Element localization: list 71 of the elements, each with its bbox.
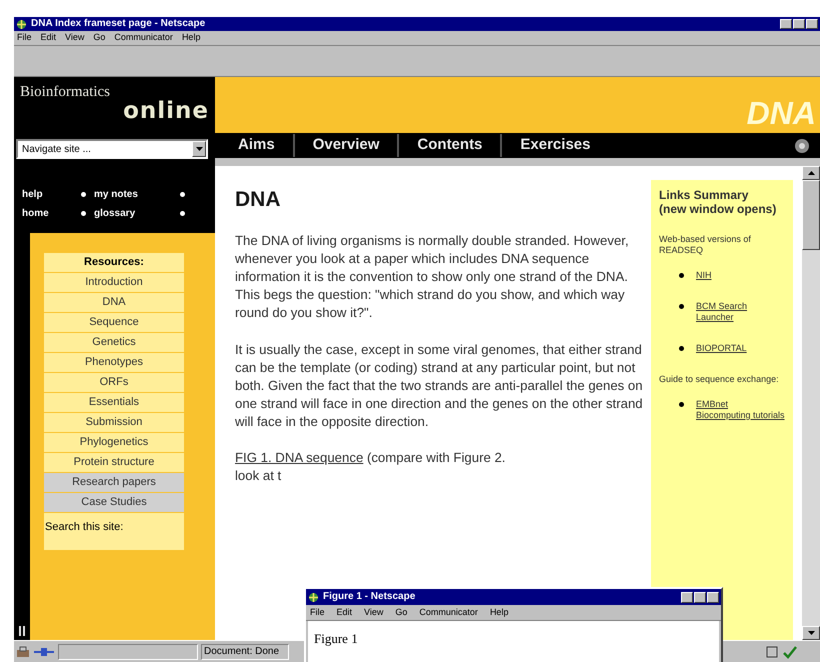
up-arrow-icon xyxy=(808,171,814,175)
bullet-icon xyxy=(80,211,86,216)
bullet-icon xyxy=(679,273,684,278)
status-text: Document: Done xyxy=(204,646,280,656)
menu-item[interactable]: Edit xyxy=(40,31,56,45)
minimize-button[interactable] xyxy=(681,592,693,602)
menu-item[interactable]: View xyxy=(65,31,84,45)
navigate-select[interactable]: Navigate site ... xyxy=(16,139,208,159)
app-icon xyxy=(16,18,27,30)
links-group-intro: Guide to sequence exchange: xyxy=(659,374,780,385)
banner-title: DNA xyxy=(746,97,816,133)
popup-title: Figure 1 - Netscape xyxy=(323,592,416,602)
maximize-button[interactable] xyxy=(793,19,805,29)
menu-item[interactable]: Go xyxy=(395,606,408,620)
menu-item[interactable]: Edit xyxy=(336,606,352,620)
scroll-thumb[interactable] xyxy=(802,180,820,250)
window-title: DNA Index frameset page - Netscape xyxy=(31,19,206,29)
quick-link[interactable]: glossary xyxy=(94,206,172,221)
close-button[interactable] xyxy=(806,19,818,29)
figure-link[interactable]: FIG 1. DNA sequence xyxy=(235,450,364,464)
resource-link[interactable]: Case Studies xyxy=(44,493,184,513)
menu-item[interactable]: Communicator xyxy=(114,31,173,45)
quick-link[interactable]: my notes xyxy=(94,187,172,202)
menu-item[interactable]: Help xyxy=(182,31,200,45)
popup-content-text: Figure 1 xyxy=(314,631,358,646)
menu-item[interactable]: Go xyxy=(93,31,106,45)
article-paragraph: The DNA of living organisms is normally double stranded. However, whenever you look at a paper which includes DNA sequence information it is the convention to show only one strand of the DNA. This begs the question: "which strand do you show, and which way round do you show it?". xyxy=(235,232,630,322)
bullet-icon xyxy=(180,192,184,197)
links-group-intro: Web-based versions of READSEQ xyxy=(659,234,752,256)
scroll-down-button[interactable] xyxy=(802,626,820,640)
resource-link[interactable]: BIOPORTAL xyxy=(696,343,747,354)
links-summary-title: Links Summary (new window opens) xyxy=(659,188,778,216)
resource-link[interactable]: BCM Search Launcher xyxy=(696,301,785,323)
quick-link[interactable]: home xyxy=(22,206,72,221)
connection-icon[interactable] xyxy=(33,646,55,658)
logo-text: online xyxy=(122,100,209,123)
figure-caption: (compare with Figure 2. xyxy=(366,450,506,464)
search-label: Search this site: xyxy=(44,520,124,535)
maximize-button[interactable] xyxy=(694,592,706,602)
minimize-button[interactable] xyxy=(780,19,792,29)
bullet-icon xyxy=(679,304,684,309)
logo-text: Bioinformatics xyxy=(20,85,111,100)
resource-link[interactable]: Research papers xyxy=(44,473,184,493)
article-heading: DNA xyxy=(235,187,282,213)
article-paragraph: It is usually the case, except in some viral genomes, that either strand can be the template (or coding) strand at any particular point, but not both. Given the fact that the two strands are anti-parallel the genes on one strand will face in one direction and the genes on the other strand will face in the opposite direction. xyxy=(235,340,644,430)
check-icon xyxy=(782,644,798,658)
menu-item[interactable]: View xyxy=(364,606,384,620)
bullet-icon xyxy=(80,192,86,197)
menu-item[interactable]: Communicator xyxy=(419,606,478,620)
app-icon xyxy=(308,592,319,602)
down-arrow-icon xyxy=(196,147,202,151)
figure-caption: look at t xyxy=(235,468,282,482)
menu-item[interactable]: File xyxy=(17,31,32,45)
popup-window[interactable]: Figure 1 - Netscape File Edit View Go Communicator Help Figure 1 xyxy=(304,587,723,662)
nav-tab[interactable]: Aims xyxy=(220,134,293,157)
bullet-icon xyxy=(180,211,184,216)
close-button[interactable] xyxy=(707,592,719,602)
scrollbar[interactable] xyxy=(802,166,820,640)
dropdown-button[interactable] xyxy=(192,141,206,157)
resize-handle[interactable] xyxy=(19,626,25,636)
help-icon[interactable] xyxy=(794,138,810,154)
resource-link[interactable]: EMBnet Biocomputing tutorials xyxy=(696,399,785,421)
scroll-up-button[interactable] xyxy=(802,166,820,180)
quick-link[interactable]: help xyxy=(22,187,72,202)
select-value: Navigate site ... xyxy=(21,142,92,156)
menu-item[interactable]: File xyxy=(310,606,325,620)
menu-item[interactable]: Help xyxy=(490,606,508,620)
bullet-icon xyxy=(679,346,684,351)
down-arrow-icon xyxy=(808,631,814,635)
resource-link[interactable]: NIH xyxy=(696,270,712,281)
bullet-icon xyxy=(679,402,684,407)
